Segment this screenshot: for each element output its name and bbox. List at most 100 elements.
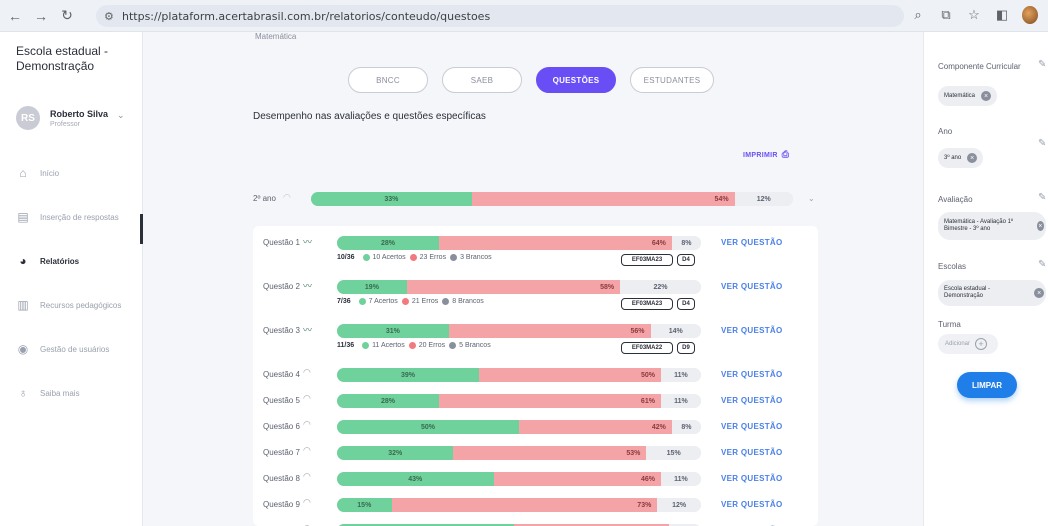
sidebar-item-gestao[interactable]: ◉ Gestão de usuários	[16, 338, 142, 360]
browser-toolbar: ← → ↻ ⚙ https://plataform.acertabrasil.c…	[0, 0, 1048, 32]
bar-segment-blank: 14%	[650, 324, 701, 338]
print-button[interactable]: IMPRIMIR ⎙	[743, 149, 789, 160]
view-question-link[interactable]: VER QUESTÃO	[721, 238, 783, 247]
chevron-down-icon[interactable]: ⌄	[808, 194, 815, 203]
questions-card: Questão 1 〰 28% 64% 8% VER QUESTÃO 10/36 10 Ace…	[253, 226, 818, 526]
reload-icon[interactable]: ↻	[56, 5, 78, 27]
question-performance-bar: 50% 42% 8%	[337, 420, 701, 434]
remove-icon[interactable]: ×	[1034, 288, 1044, 298]
tab-questoes[interactable]: QUESTÕES	[536, 67, 616, 93]
hits-text: 7 Acertos	[368, 298, 398, 305]
address-bar[interactable]: ⚙ https://plataform.acertabrasil.com.br/…	[96, 5, 904, 27]
bar-segment-correct: 32%	[337, 446, 454, 460]
eye-icon[interactable]: ◠	[303, 419, 311, 430]
bar-segment-wrong: 64%	[438, 236, 672, 250]
bar-segment-wrong: 73%	[391, 498, 658, 512]
view-question-link[interactable]: VER QUESTÃO	[721, 282, 783, 291]
sidebar-item-inicio[interactable]: ⌂ Início	[16, 162, 142, 184]
view-question-link[interactable]: VER QUESTÃO	[721, 370, 783, 379]
sidebar-item-relatorios[interactable]: ◕ Relatórios	[16, 250, 142, 272]
view-question-link[interactable]: VER QUESTÃO	[721, 422, 783, 431]
eye-icon[interactable]: ◠	[303, 497, 311, 508]
filter-componente-label: Componente Curricular	[938, 62, 1021, 71]
sidebar-item-insercao[interactable]: ▤ Inserção de respostas	[16, 206, 142, 228]
remove-icon[interactable]: ×	[981, 91, 992, 101]
correct-dot-icon	[362, 254, 370, 261]
question-row: Questão 4 ◠ 39% 50% 11% VER QUESTÃO	[253, 364, 818, 390]
tab-bncc[interactable]: BNCC	[348, 67, 428, 93]
bncc-code-badge[interactable]: EF03MA23	[621, 298, 673, 310]
edit-icon[interactable]: ✎	[1038, 138, 1046, 149]
eye-icon[interactable]: ◠	[303, 393, 311, 404]
question-performance-bar: 39% 50% 11%	[337, 368, 701, 382]
chart-toggle-icon[interactable]: 〰	[303, 279, 312, 292]
wrong-dot-icon	[409, 254, 417, 261]
view-question-link[interactable]: VER QUESTÃO	[721, 396, 783, 405]
errors-text: 21 Erros	[411, 298, 439, 305]
view-question-link[interactable]: VER QUESTÃO	[721, 326, 783, 335]
score-text: 11/36	[337, 342, 355, 349]
bncc-code-badge[interactable]: EF03MA22	[621, 342, 673, 354]
question-label: Questão 1	[263, 238, 300, 247]
remove-icon[interactable]: ×	[1036, 221, 1044, 231]
saeb-code-badge[interactable]: D4	[677, 254, 695, 266]
sidebar-item-label: Recursos pedagógicos	[40, 300, 122, 310]
document-icon: ▤	[17, 210, 29, 224]
sidebar-item-label: Saiba mais	[40, 388, 80, 398]
question-label: Questão 4	[263, 370, 300, 379]
view-question-link[interactable]: VER QUESTÃO	[721, 474, 783, 483]
edit-icon[interactable]: ✎	[1038, 259, 1046, 270]
score-text: 7/36	[337, 298, 351, 305]
eye-icon[interactable]: ◠	[303, 445, 311, 456]
bar-segment-blank: 11%	[660, 394, 701, 408]
saeb-code-badge[interactable]: D4	[677, 298, 695, 310]
question-label: Questão 8	[263, 474, 300, 483]
bar-segment-blank: 11%	[660, 368, 701, 382]
remove-icon[interactable]: ×	[967, 153, 978, 163]
question-performance-bar: 32% 53% 15%	[337, 446, 701, 460]
zoom-icon[interactable]: ⌕	[910, 7, 926, 23]
back-icon[interactable]: ←	[4, 5, 26, 27]
view-question-link[interactable]: VER QUESTÃO	[721, 448, 783, 457]
add-turma-button[interactable]: Adicionar +	[938, 334, 998, 354]
saeb-code-badge[interactable]: D9	[677, 342, 695, 354]
bncc-code-badge[interactable]: EF03MA23	[621, 254, 673, 266]
edit-icon[interactable]: ✎	[1038, 59, 1046, 70]
profile-avatar-icon[interactable]	[1022, 6, 1038, 24]
question-stats: 7/36 7 Acertos 21 Erros 8 Brancos	[337, 298, 484, 305]
sidebar-panel-icon[interactable]: ◧	[994, 7, 1010, 23]
view-question-link[interactable]: VER QUESTÃO	[721, 500, 783, 509]
print-label: IMPRIMIR	[743, 152, 778, 159]
left-sidebar: Escola estadual - Demonstração RS Robert…	[0, 32, 143, 526]
blanks-text: 3 Brancos	[460, 254, 492, 261]
blank-dot-icon	[442, 298, 450, 305]
bar-segment-blank: 8%	[671, 420, 701, 434]
bar-segment-correct: 43%	[337, 472, 494, 486]
page-title: Desempenho nas avaliações e questões esp…	[253, 111, 486, 122]
sidebar-item-saiba-mais[interactable]: ♁ Saiba mais	[16, 382, 142, 404]
eye-icon[interactable]: ◠	[303, 471, 311, 482]
tab-estudantes[interactable]: ESTUDANTES	[630, 67, 714, 93]
tab-saeb[interactable]: SAEB	[442, 67, 522, 93]
question-row: Questão 6 ◠ 50% 42% 8% VER QUESTÃO	[253, 416, 818, 442]
hits-text: 10 Acertos	[372, 254, 406, 261]
grade-label: 2º ano	[253, 194, 276, 203]
chart-toggle-icon[interactable]: 〰	[303, 323, 312, 336]
sidebar-item-recursos[interactable]: ▥ Recursos pedagógicos	[16, 294, 142, 316]
bar-segment-correct: 28%	[337, 394, 439, 408]
site-settings-icon[interactable]: ⚙	[104, 10, 122, 23]
forward-icon[interactable]: →	[30, 5, 52, 27]
plus-icon: +	[975, 338, 988, 350]
question-label: Questão 3	[263, 326, 300, 335]
eye-icon[interactable]: ◠	[303, 367, 311, 378]
chevron-down-icon[interactable]: ⌄	[117, 110, 125, 121]
open-in-app-icon[interactable]: ⧉	[938, 7, 954, 23]
clear-filters-button[interactable]: LIMPAR	[957, 372, 1017, 398]
chart-toggle-icon[interactable]: 〰	[303, 235, 312, 248]
bookmark-star-icon[interactable]: ☆	[966, 7, 982, 23]
bar-segment-wrong: 53%	[453, 446, 647, 460]
user-menu[interactable]: RS Roberto Silva Professor ⌄	[16, 106, 125, 130]
eye-icon[interactable]: ◠	[283, 192, 291, 203]
school-name: Escola estadual - Demonstração	[16, 44, 109, 73]
edit-icon[interactable]: ✎	[1038, 192, 1046, 203]
